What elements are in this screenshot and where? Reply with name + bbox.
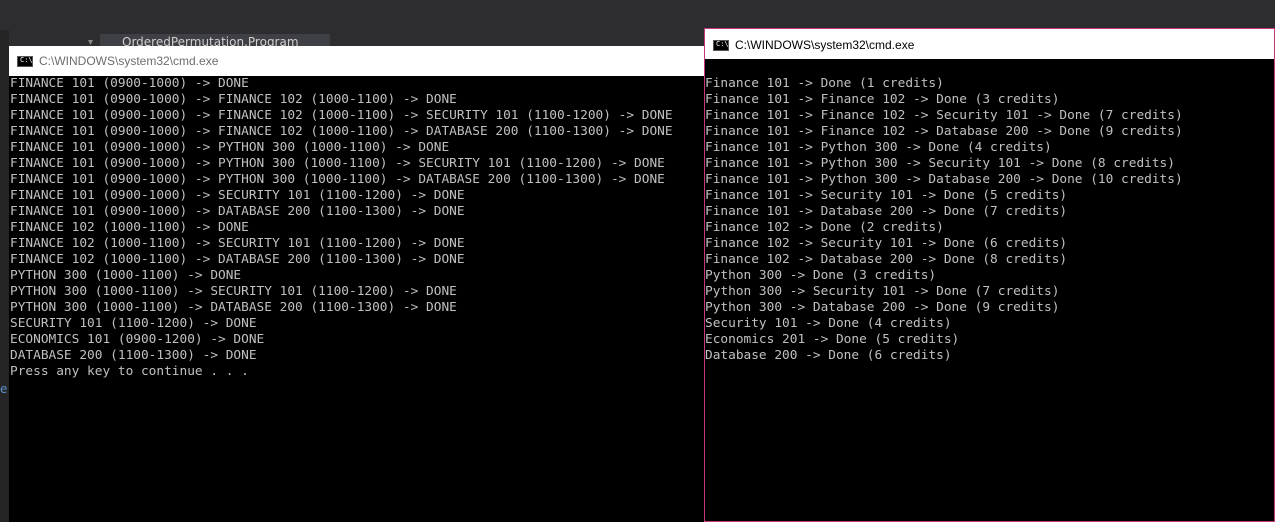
console-line: FINANCE 102 (1000-1100) -> DATABASE 200 … — [10, 252, 465, 267]
console-line: Finance 102 -> Database 200 -> Done (8 c… — [705, 252, 1068, 267]
console-line: Database 200 -> Done (6 credits) — [705, 348, 952, 363]
console-line: FINANCE 101 (0900-1000) -> PYTHON 300 (1… — [10, 156, 665, 171]
console-line: FINANCE 102 (1000-1100) -> DONE — [10, 220, 249, 235]
console-line: FINANCE 101 (0900-1000) -> FINANCE 102 (… — [10, 124, 673, 139]
cmd-icon-text: C:\ — [20, 56, 33, 64]
console-line: FINANCE 101 (0900-1000) -> DATABASE 200 … — [10, 204, 465, 219]
cmd-icon-text: C:\ — [716, 40, 729, 48]
console-line: Finance 102 -> Done (2 credits) — [705, 220, 944, 235]
console-title: C:\WINDOWS\system32\cmd.exe — [39, 54, 219, 68]
console-scrollbar[interactable] — [1265, 59, 1274, 521]
cmd-icon: C:\ — [713, 40, 729, 51]
console-line: Finance 101 -> Done (1 credits) — [705, 76, 944, 91]
console-titlebar[interactable]: C:\ C:\WINDOWS\system32\cmd.exe — [9, 46, 704, 76]
console-line: PYTHON 300 (1000-1100) -> DATABASE 200 (… — [10, 300, 457, 315]
console-line: PYTHON 300 (1000-1100) -> DONE — [10, 268, 242, 283]
console-line: Finance 101 -> Python 300 -> Database 20… — [705, 172, 1183, 187]
console-line: FINANCE 101 (0900-1000) -> DONE — [10, 76, 249, 91]
console-output[interactable]: Finance 101 -> Done (1 credits) Finance … — [705, 76, 1265, 521]
console-line: FINANCE 101 (0900-1000) -> FINANCE 102 (… — [10, 92, 457, 107]
console-line: Python 300 -> Done (3 credits) — [705, 268, 937, 283]
console-line: Python 300 -> Security 101 -> Done (7 cr… — [705, 284, 1060, 299]
ide-gutter-text: e — [0, 382, 8, 396]
console-line: Finance 102 -> Security 101 -> Done (6 c… — [705, 236, 1068, 251]
console-line: FINANCE 102 (1000-1100) -> SECURITY 101 … — [10, 236, 465, 251]
console-line: PYTHON 300 (1000-1100) -> SECURITY 101 (… — [10, 284, 457, 299]
console-line: Security 101 -> Done (4 credits) — [705, 316, 952, 331]
console-title: C:\WINDOWS\system32\cmd.exe — [735, 38, 915, 52]
console-titlebar[interactable]: C:\ C:\WINDOWS\system32\cmd.exe — [705, 29, 1274, 59]
console-line: ECONOMICS 101 (0900-1200) -> DONE — [10, 332, 265, 347]
console-line: Finance 101 -> Database 200 -> Done (7 c… — [705, 204, 1068, 219]
console-line: SECURITY 101 (1100-1200) -> DONE — [10, 316, 257, 331]
console-line: Finance 101 -> Finance 102 -> Done (3 cr… — [705, 92, 1060, 107]
console-line: Finance 101 -> Python 300 -> Security 10… — [705, 156, 1175, 171]
console-line: Python 300 -> Database 200 -> Done (9 cr… — [705, 300, 1060, 315]
console-line: FINANCE 101 (0900-1000) -> SECURITY 101 … — [10, 188, 465, 203]
console-line: Finance 101 -> Python 300 -> Done (4 cre… — [705, 140, 1052, 155]
cmd-icon: C:\ — [17, 56, 33, 67]
console-line: Finance 101 -> Finance 102 -> Database 2… — [705, 124, 1183, 139]
console-line: FINANCE 101 (0900-1000) -> FINANCE 102 (… — [10, 108, 673, 123]
console-output[interactable]: FINANCE 101 (0900-1000) -> DONE FINANCE … — [9, 76, 704, 522]
console-window-right[interactable]: C:\ C:\WINDOWS\system32\cmd.exe Finance … — [704, 28, 1275, 522]
console-line: Finance 101 -> Security 101 -> Done (5 c… — [705, 188, 1068, 203]
console-prompt-line: Press any key to continue . . . — [10, 364, 249, 379]
ide-left-gutter: e — [0, 30, 9, 522]
console-line: Economics 201 -> Done (5 credits) — [705, 332, 960, 347]
console-line: FINANCE 101 (0900-1000) -> PYTHON 300 (1… — [10, 172, 665, 187]
console-line: Finance 101 -> Finance 102 -> Security 1… — [705, 108, 1183, 123]
console-line: FINANCE 101 (0900-1000) -> PYTHON 300 (1… — [10, 140, 450, 155]
console-line: DATABASE 200 (1100-1300) -> DONE — [10, 348, 257, 363]
console-window-left[interactable]: C:\ C:\WINDOWS\system32\cmd.exe FINANCE … — [9, 46, 704, 522]
dropdown-arrow-icon[interactable] — [88, 40, 93, 45]
ide-top-bar — [0, 0, 1275, 30]
